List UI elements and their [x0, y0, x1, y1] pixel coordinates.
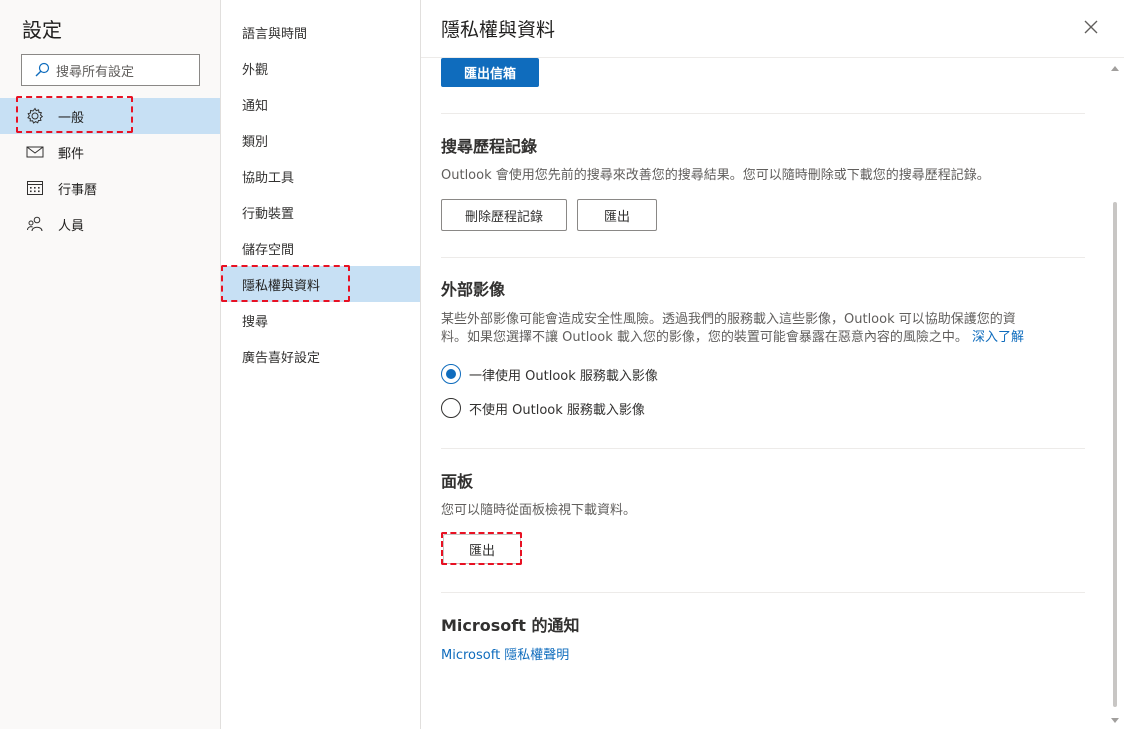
radio-unselected-indicator[interactable]: [441, 398, 461, 418]
radio-label: 一律使用 Outlook 服務載入影像: [469, 368, 658, 384]
divider: [441, 257, 1085, 258]
nav-item-calendar[interactable]: 行事曆: [0, 170, 220, 206]
external-images-desc-text: 料。如果您選擇不讓 Outlook 載入您的影像，您的裝置可能會暴露在惡意內容的…: [441, 330, 968, 345]
divider: [441, 592, 1085, 593]
sub-item-search[interactable]: 搜尋: [221, 302, 420, 338]
delete-history-button[interactable]: 刪除歷程記錄: [441, 199, 567, 231]
pane-title: 隱私權與資料: [441, 19, 556, 41]
search-icon: [35, 62, 50, 77]
microsoft-notices-title: Microsoft 的通知: [441, 616, 580, 635]
search-history-desc: Outlook 會使用您先前的搜尋來改善您的搜尋結果。您可以隨時刪除或下載您的搜…: [441, 168, 990, 183]
divider: [441, 113, 1085, 114]
scrollbar-thumb[interactable]: [1113, 202, 1117, 707]
vertical-scrollbar[interactable]: [1107, 58, 1124, 729]
scroll-down-icon[interactable]: [1111, 718, 1119, 723]
nav-item-label: 行事曆: [58, 182, 98, 198]
mail-icon: [26, 143, 44, 161]
sub-item-privacy-data[interactable]: 隱私權與資料: [221, 266, 420, 302]
privacy-data-pane: 隱私權與資料 匯出信箱 搜尋歷程記錄 Outlook 會使用您先前的搜尋來改善您…: [421, 0, 1124, 729]
radio-selected-indicator[interactable]: [441, 364, 461, 384]
sub-item-ad-preferences[interactable]: 廣告喜好設定: [221, 338, 420, 374]
divider: [441, 448, 1085, 449]
close-icon[interactable]: [1082, 18, 1100, 36]
settings-nav-pane: 設定 搜尋所有設定 一般 郵件 行事曆 人員: [0, 0, 221, 729]
sub-item-categories[interactable]: 類別: [221, 122, 420, 158]
sub-item-language-time[interactable]: 語言與時間: [221, 14, 420, 50]
privacy-statement-link[interactable]: Microsoft 隱私權聲明: [441, 645, 569, 666]
settings-title: 設定: [22, 18, 62, 42]
external-images-desc-2: 料。如果您選擇不讓 Outlook 載入您的影像，您的裝置可能會暴露在惡意內容的…: [441, 327, 1081, 348]
pane-content: 匯出信箱 搜尋歷程記錄 Outlook 會使用您先前的搜尋來改善您的搜尋結果。您…: [421, 58, 1107, 729]
nav-item-label: 人員: [58, 218, 85, 234]
people-icon: [26, 215, 44, 233]
nav-item-label: 郵件: [58, 146, 85, 162]
search-settings-input[interactable]: 搜尋所有設定: [21, 54, 200, 86]
nav-item-label: 一般: [58, 110, 85, 126]
gear-icon: [26, 107, 44, 125]
learn-more-link[interactable]: 深入了解: [972, 330, 1024, 345]
sub-item-appearance[interactable]: 外觀: [221, 50, 420, 86]
sub-item-storage[interactable]: 儲存空間: [221, 230, 420, 266]
sub-item-mobile-devices[interactable]: 行動裝置: [221, 194, 420, 230]
settings-category-list: 一般 郵件 行事曆 人員: [0, 98, 220, 242]
scroll-up-icon[interactable]: [1111, 66, 1119, 71]
nav-item-general[interactable]: 一般: [0, 98, 220, 134]
external-images-title: 外部影像: [441, 280, 506, 299]
radio-label: 不使用 Outlook 服務載入影像: [469, 402, 645, 418]
nav-item-people[interactable]: 人員: [0, 206, 220, 242]
nav-item-mail[interactable]: 郵件: [0, 134, 220, 170]
panel-title: 面板: [441, 472, 474, 491]
general-subcategory-pane: 語言與時間 外觀 通知 類別 協助工具 行動裝置 儲存空間 隱私權與資料 搜尋 …: [221, 0, 421, 729]
radio-always-load-images[interactable]: 一律使用 Outlook 服務載入影像: [441, 364, 658, 384]
calendar-icon: [26, 179, 44, 197]
export-search-history-button[interactable]: 匯出: [577, 199, 657, 231]
export-panel-button[interactable]: 匯出: [443, 534, 521, 564]
panel-desc: 您可以隨時從面板檢視下載資料。: [441, 503, 637, 518]
sub-item-accessibility[interactable]: 協助工具: [221, 158, 420, 194]
subcategory-list: 語言與時間 外觀 通知 類別 協助工具 行動裝置 儲存空間 隱私權與資料 搜尋 …: [221, 14, 420, 374]
radio-never-load-images[interactable]: 不使用 Outlook 服務載入影像: [441, 398, 645, 418]
search-history-title: 搜尋歷程記錄: [441, 137, 538, 156]
export-mailbox-button[interactable]: 匯出信箱: [441, 58, 539, 87]
search-placeholder: 搜尋所有設定: [56, 64, 135, 80]
sub-item-notifications[interactable]: 通知: [221, 86, 420, 122]
pane-header: 隱私權與資料: [421, 0, 1124, 58]
